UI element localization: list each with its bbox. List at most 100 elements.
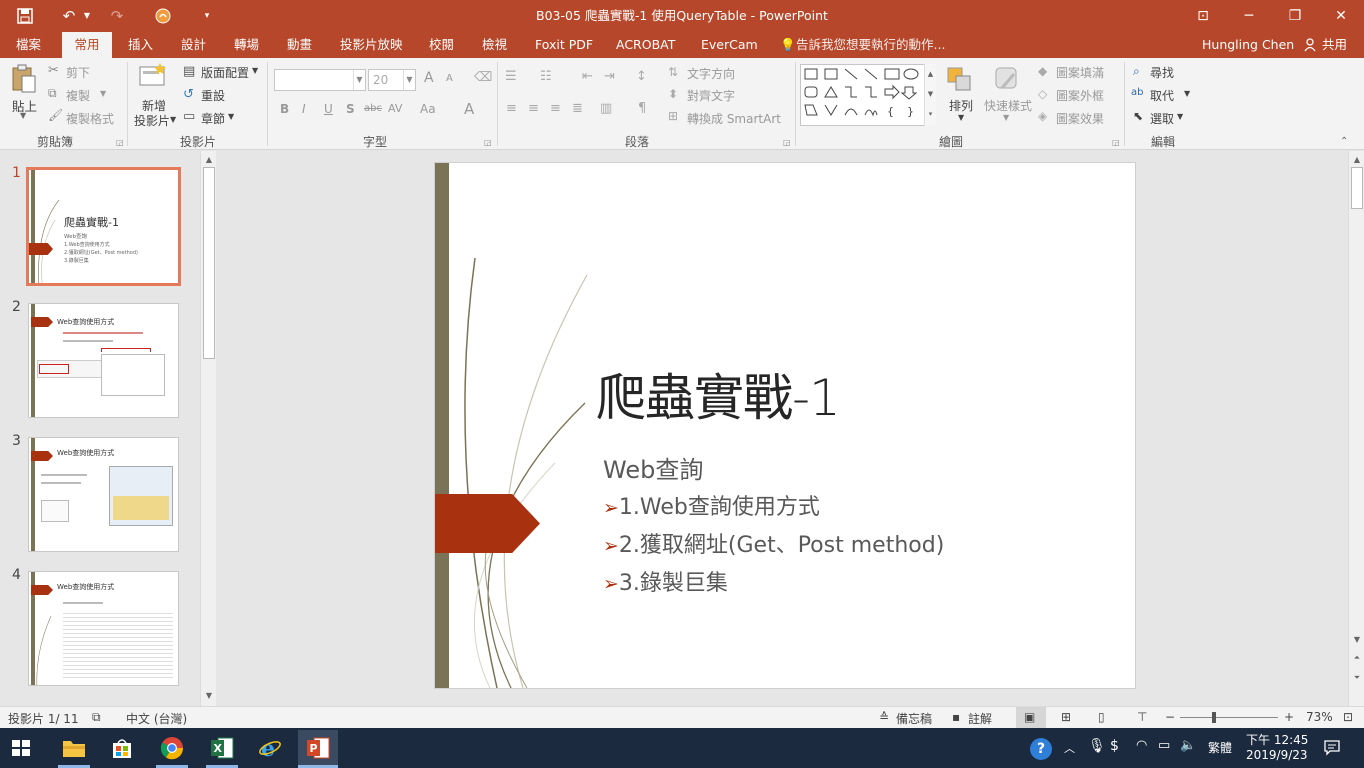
redo-icon[interactable]: ↷ (106, 5, 128, 27)
comments-button[interactable]: 註解 (968, 710, 992, 727)
text-direction-icon[interactable]: ⇅ (668, 65, 678, 79)
scroll-down-arrow[interactable]: ▼ (202, 689, 216, 703)
strikethrough-button[interactable]: abc (364, 103, 382, 114)
align-left-icon[interactable]: ≡ (506, 101, 517, 116)
quick-styles-icon[interactable] (992, 66, 1022, 94)
shape-outline-button[interactable]: 圖案外框 (1056, 87, 1104, 104)
fit-to-window-icon[interactable]: ⊡ (1343, 710, 1353, 724)
windows-start-icon[interactable] (12, 740, 30, 759)
reading-view-icon[interactable]: ▯ (1098, 710, 1105, 724)
zoom-level[interactable]: 73% (1306, 710, 1333, 724)
next-slide-icon[interactable]: ⏷ (1350, 671, 1364, 685)
arrange-dropdown-icon[interactable]: ▼ (958, 113, 964, 122)
find-button[interactable]: 尋找 (1150, 64, 1174, 81)
comments-icon[interactable]: ▪ (952, 710, 960, 724)
cut-button[interactable]: 剪下 (66, 64, 90, 81)
restore-button[interactable]: ❐ (1272, 0, 1318, 32)
person-icon[interactable] (1304, 32, 1318, 58)
paste-dropdown-icon[interactable]: ▼ (20, 111, 26, 120)
undo-icon[interactable]: ↶ (58, 5, 80, 27)
slide-subtitle[interactable]: Web查詢 (603, 450, 703, 485)
replace-dropdown-icon[interactable]: ▼ (1184, 89, 1190, 98)
new-slide-icon[interactable] (138, 62, 168, 88)
share-button[interactable]: 共用 (1322, 32, 1347, 58)
arrange-icon[interactable] (946, 66, 974, 94)
reset-icon[interactable]: ↺ (183, 87, 194, 102)
previous-slide-icon[interactable]: ⏶ (1350, 651, 1364, 665)
volume-icon[interactable]: 🔈 (1180, 738, 1196, 753)
change-case-button[interactable]: Aa (420, 102, 436, 116)
layout-icon[interactable]: ▤ (183, 64, 195, 79)
scroll-up-arrow[interactable]: ▲ (1350, 153, 1364, 167)
notes-icon[interactable]: ≙ (879, 710, 889, 724)
shape-effects-button[interactable]: 圖案效果 (1056, 110, 1104, 127)
battery-icon[interactable]: ▭ (1158, 738, 1170, 753)
reset-button[interactable]: 重設 (201, 87, 225, 104)
clear-formatting-icon[interactable]: ⌫ (474, 70, 492, 85)
layout-dropdown-icon[interactable]: ▼ (252, 66, 258, 75)
line-spacing-icon[interactable]: ↕ (636, 69, 647, 84)
undo-dropdown-icon[interactable]: ▼ (82, 5, 92, 27)
section-button[interactable]: 章節 (201, 110, 225, 127)
ime-indicator[interactable]: 繁體 (1208, 739, 1232, 756)
collapse-ribbon-icon[interactable]: ⌃ (1340, 136, 1348, 147)
font-size-combo[interactable]: 20 ▼ (368, 69, 416, 91)
shape-fill-button[interactable]: 圖案填滿 (1056, 64, 1104, 81)
align-text-button[interactable]: 對齊文字 (687, 87, 735, 104)
shrink-font-icon[interactable]: A (446, 73, 453, 84)
bullets-icon[interactable]: ☰ (505, 69, 517, 84)
paragraph-launcher-icon[interactable]: ◲ (783, 138, 791, 147)
tell-me-box[interactable]: 告訴我您想要執行的動作... (796, 32, 945, 58)
action-center-icon[interactable] (1324, 740, 1340, 759)
justify-icon[interactable]: ≣ (572, 101, 583, 116)
tab-foxit-pdf[interactable]: Foxit PDF (535, 32, 593, 58)
replace-icon[interactable]: ab (1131, 87, 1143, 98)
excel-icon[interactable]: X (206, 732, 238, 764)
slide-thumbnail-1[interactable]: 爬蟲實戰-1 Web查詢 1.Web查詢使用方式 2.獲取網址(Get、Post… (26, 167, 181, 286)
clipboard-launcher-icon[interactable]: ◲ (116, 138, 124, 147)
scroll-thumb[interactable] (1351, 167, 1363, 209)
section-icon[interactable]: ▭ (183, 109, 195, 124)
start-from-beginning-icon[interactable] (152, 5, 174, 27)
grow-font-icon[interactable]: A (424, 70, 434, 86)
shapes-gallery[interactable]: {} (800, 64, 936, 126)
clock-date[interactable]: 2019/9/23 (1246, 748, 1308, 762)
tab-slideshow[interactable]: 投影片放映 (340, 32, 403, 58)
format-painter-icon[interactable]: 🖌 (48, 108, 63, 122)
close-button[interactable]: ✕ (1318, 0, 1364, 32)
paste-icon[interactable] (10, 64, 38, 94)
smartart-icon[interactable]: ⊞ (668, 109, 678, 123)
slide-thumbnail-2[interactable]: Web查詢使用方式 (28, 303, 179, 418)
tab-animations[interactable]: 動畫 (287, 32, 312, 58)
microphone-icon[interactable]: 🎙 (1088, 738, 1106, 754)
save-icon[interactable] (14, 5, 36, 27)
quick-styles-button[interactable]: 快速樣式 (984, 97, 1032, 114)
language-indicator[interactable]: 中文 (台灣) (126, 710, 187, 727)
copy-icon[interactable]: ⧉ (48, 86, 57, 101)
quick-styles-dropdown-icon[interactable]: ▼ (1003, 113, 1009, 122)
align-text-icon[interactable]: ⬍ (668, 87, 678, 101)
show-hidden-icons[interactable]: ︿ (1064, 740, 1075, 756)
wifi-icon[interactable]: ◠ (1136, 738, 1147, 753)
slideshow-icon[interactable]: ⊤ (1137, 710, 1147, 724)
slide-sorter-icon[interactable]: ⊞ (1061, 710, 1071, 724)
normal-view-icon[interactable]: ▣ (1024, 710, 1035, 724)
new-slide-label-2[interactable]: 投影片 (134, 112, 170, 129)
slide-thumbnail-4[interactable]: Web查詢使用方式 (28, 571, 179, 686)
select-dropdown-icon[interactable]: ▼ (1177, 112, 1183, 121)
shape-fill-icon[interactable]: ◆ (1038, 64, 1047, 78)
zoom-slider-thumb[interactable] (1212, 712, 1217, 723)
text-direction-button[interactable]: 文字方向 (687, 65, 735, 82)
tab-home[interactable]: 常用 (62, 32, 112, 58)
tab-view[interactable]: 檢視 (482, 32, 507, 58)
bold-button[interactable]: B (280, 102, 289, 116)
help-icon[interactable]: ? (1030, 738, 1052, 760)
tab-design[interactable]: 設計 (181, 32, 206, 58)
numbering-icon[interactable]: ☷ (540, 69, 552, 84)
tab-review[interactable]: 校閱 (429, 32, 454, 58)
tab-transitions[interactable]: 轉場 (234, 32, 259, 58)
thumbnails-scrollbar[interactable]: ▲ ▼ (200, 151, 216, 706)
font-name-dropdown-icon[interactable]: ▼ (353, 70, 365, 90)
tab-insert[interactable]: 插入 (128, 32, 153, 58)
store-icon[interactable] (106, 732, 138, 764)
